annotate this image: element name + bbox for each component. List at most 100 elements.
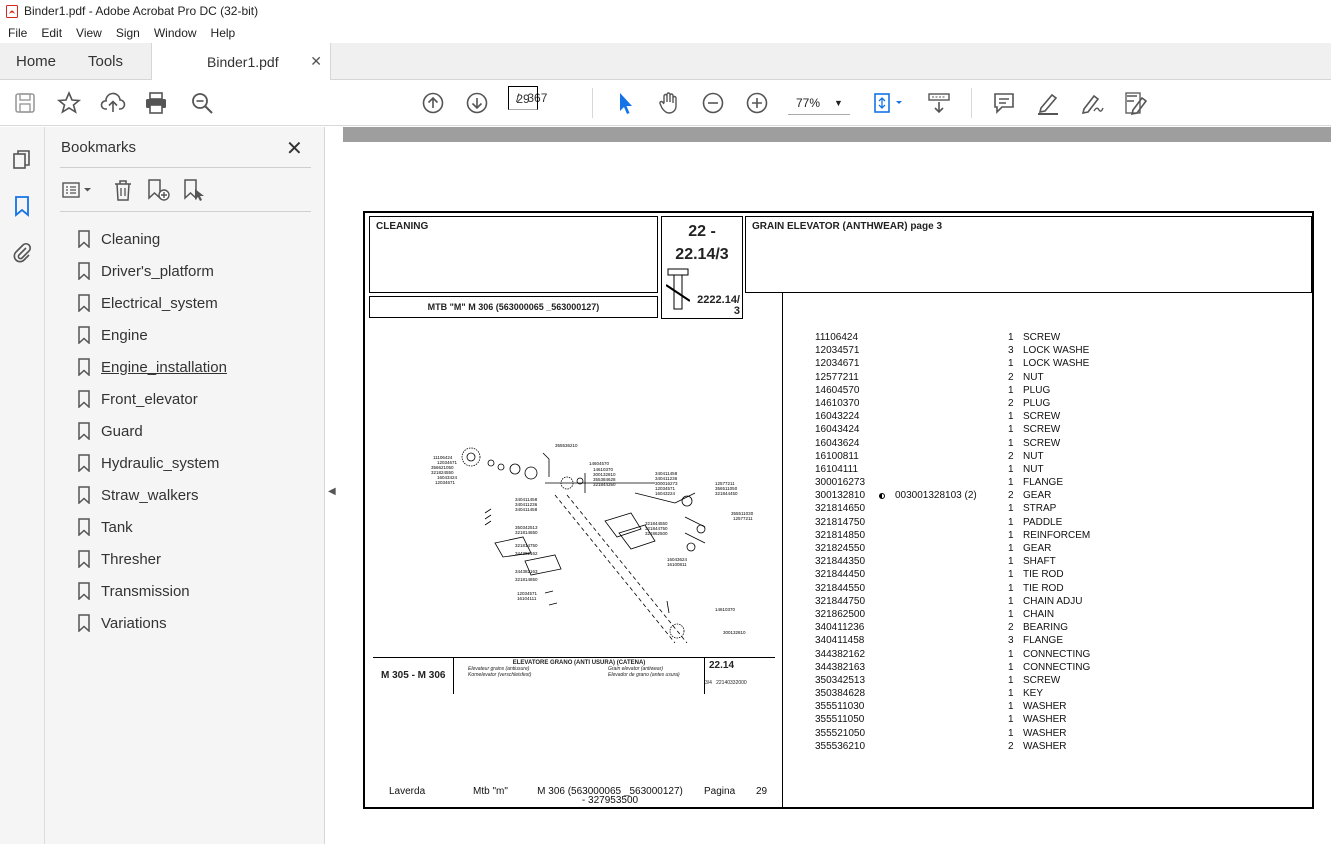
fit-page-icon[interactable]: [870, 90, 906, 116]
svg-text:16100811: 16100811: [667, 562, 687, 567]
menu-help[interactable]: Help: [211, 26, 236, 40]
select-cursor-icon[interactable]: [612, 90, 638, 116]
bookmark-item[interactable]: Cleaning: [77, 223, 227, 255]
previous-page-icon[interactable]: [420, 90, 446, 116]
toolbar: 29 / 367 77% ▼: [0, 80, 1331, 126]
part-desc: SCREW: [1023, 411, 1061, 423]
page-title: GRAIN ELEVATOR (ANTHWEAR) page 3: [752, 221, 943, 232]
collapse-panel-icon[interactable]: ◀: [328, 486, 336, 497]
bookmark-item[interactable]: Hydraulic_system: [77, 447, 227, 479]
attachment-icon[interactable]: [11, 241, 33, 263]
parts-row: 350384628 1 KEY: [815, 687, 1265, 700]
chevron-down-icon: ▼: [834, 97, 843, 108]
part-desc: NUT: [1023, 463, 1044, 475]
new-bookmark-icon[interactable]: [145, 177, 171, 203]
parts-row: 355511030 1 WASHER: [815, 700, 1265, 713]
bookmark-label: Cleaning: [101, 230, 161, 248]
section-label: CLEANING: [376, 221, 429, 232]
part-qty: 1: [1008, 714, 1014, 726]
tab-tools[interactable]: Tools: [88, 43, 123, 80]
bookmark-item[interactable]: Tank: [77, 511, 227, 543]
legend-sub4: Elevador de grano (antes usura): [608, 672, 680, 678]
part-code: 321862500: [815, 608, 866, 620]
page-thumbnails-icon[interactable]: [11, 149, 33, 171]
bookmarks-title: Bookmarks: [61, 139, 137, 156]
bookmark-item[interactable]: Guard: [77, 415, 227, 447]
draw-sign-icon[interactable]: [1079, 90, 1105, 116]
tab-document[interactable]: Binder1.pdf ✕: [151, 43, 331, 81]
next-page-icon[interactable]: [464, 90, 490, 116]
column-divider: [782, 293, 783, 809]
zoom-level-value: 77%: [796, 95, 821, 110]
part-desc: TIE ROD: [1023, 582, 1064, 594]
part-desc: BEARING: [1023, 622, 1069, 634]
zoom-search-icon[interactable]: [189, 90, 215, 116]
bookmark-icon: [78, 582, 90, 600]
zoom-out-icon[interactable]: [700, 90, 726, 116]
close-tab-icon[interactable]: ✕: [310, 53, 322, 70]
highlight-pen-icon[interactable]: [1035, 90, 1061, 116]
svg-text:321814650: 321814650: [515, 530, 538, 535]
zoom-in-icon[interactable]: [744, 90, 770, 116]
star-icon[interactable]: [56, 90, 82, 116]
fill-sign-icon[interactable]: [1123, 90, 1149, 116]
delete-bookmark-icon[interactable]: [111, 177, 135, 203]
bookmark-icon: [78, 550, 90, 568]
bookmark-item[interactable]: Transmission: [77, 575, 227, 607]
menu-view[interactable]: View: [76, 26, 102, 40]
parts-row: 12034571 3 LOCK WASHE: [815, 344, 1265, 357]
bookmark-icon: [78, 294, 90, 312]
bookmark-panel-icon[interactable]: [11, 195, 33, 217]
bookmark-item[interactable]: Front_elevator: [77, 383, 227, 415]
close-panel-icon[interactable]: ✕: [286, 136, 303, 161]
bookmark-item[interactable]: Engine: [77, 319, 227, 351]
bookmark-item[interactable]: Straw_walkers: [77, 479, 227, 511]
zoom-level-select[interactable]: 77% ▼: [788, 91, 850, 115]
part-desc: SCREW: [1023, 332, 1061, 343]
part-qty: 2: [1008, 490, 1014, 502]
print-icon[interactable]: [143, 90, 169, 116]
menu-window[interactable]: Window: [154, 26, 197, 40]
part-qty: 1: [1008, 701, 1014, 713]
bookmark-options-icon[interactable]: [61, 177, 95, 203]
drawing-legend: M 305 - M 306 ELEVATORE GRANO (ANTI USUR…: [373, 657, 775, 694]
bookmark-item[interactable]: Electrical_system: [77, 287, 227, 319]
bookmark-item[interactable]: Variations: [77, 607, 227, 639]
document-viewer[interactable]: CLEANING 22 - 22.14/3 2222.14/3 GRAIN EL…: [343, 127, 1331, 844]
menu-edit[interactable]: Edit: [41, 26, 62, 40]
tab-home[interactable]: Home: [16, 43, 56, 80]
cloud-upload-icon[interactable]: [100, 90, 126, 116]
bookmark-label: Guard: [101, 422, 143, 440]
svg-text:16104111: 16104111: [517, 596, 537, 601]
part-code: 16043424: [815, 424, 860, 436]
parts-row: 11106424 1 SCREW: [815, 331, 1265, 344]
bookmark-search-icon[interactable]: [181, 177, 207, 203]
menu-bar: File Edit View Sign Window Help: [0, 22, 1331, 43]
parts-row: 321814650 1 STRAP: [815, 502, 1265, 515]
group-code-line2: 22.14/3: [675, 246, 729, 263]
parts-row: 344382162 1 CONNECTING: [815, 648, 1265, 661]
svg-text:344382162: 344382162: [515, 551, 538, 556]
comment-icon[interactable]: [991, 90, 1017, 116]
bookmark-item[interactable]: Thresher: [77, 543, 227, 575]
menu-file[interactable]: File: [8, 26, 27, 40]
svg-text:321844450: 321844450: [715, 491, 738, 496]
part-code: 344382162: [815, 648, 866, 660]
part-code: 344382163: [815, 661, 866, 673]
page-number-input[interactable]: 29: [508, 86, 538, 110]
part-qty: 3: [1008, 345, 1014, 357]
part-qty: 1: [1008, 424, 1014, 436]
menu-sign[interactable]: Sign: [116, 26, 140, 40]
bookmark-item[interactable]: Driver's_platform: [77, 255, 227, 287]
bookmark-label: Engine: [101, 326, 148, 344]
svg-text:340411458: 340411458: [515, 507, 538, 512]
save-icon[interactable]: [12, 90, 38, 116]
footer-line: Mtb "m": [473, 786, 508, 797]
part-desc: TIE ROD: [1023, 569, 1064, 581]
part-code: 16043224: [815, 411, 860, 423]
scroll-mode-icon[interactable]: [926, 90, 952, 116]
svg-text:321862500: 321862500: [645, 531, 668, 536]
bookmark-item[interactable]: Engine_installation: [77, 351, 227, 383]
hand-tool-icon[interactable]: [656, 90, 682, 116]
legend-page: 3/4: [705, 680, 712, 686]
